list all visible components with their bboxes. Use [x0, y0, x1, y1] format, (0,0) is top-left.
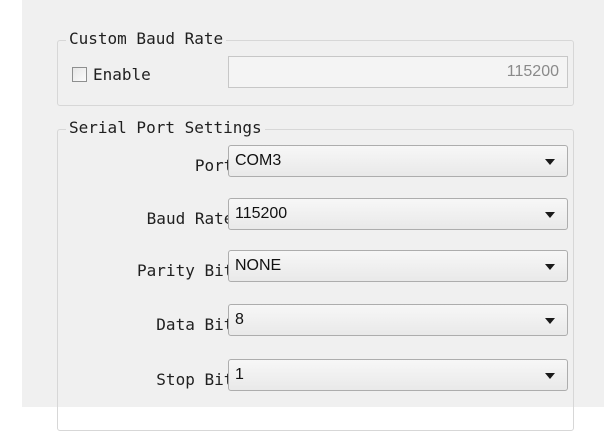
checkbox-unchecked-icon[interactable] — [72, 66, 87, 82]
parity-bit-select[interactable]: NONE — [228, 250, 568, 282]
stop-bit-select[interactable]: 1 — [228, 359, 568, 391]
port-value: COM3 — [235, 152, 282, 169]
chevron-down-icon — [545, 318, 555, 324]
serial-port-settings-group: Serial Port Settings Port: COM3 Baud Rat… — [57, 117, 574, 431]
port-select[interactable]: COM3 — [228, 145, 568, 177]
parity-bit-label: Parity Bit: — [137, 261, 243, 280]
stop-bit-value: 1 — [235, 366, 244, 383]
baud-rate-select[interactable]: 115200 — [228, 198, 568, 230]
baud-rate-value: 115200 — [235, 205, 288, 222]
stop-bit-label: Stop Bit: — [156, 370, 243, 389]
enable-label: Enable — [93, 64, 151, 84]
custom-baud-rate-field[interactable]: 115200 — [228, 56, 568, 88]
chevron-down-icon — [545, 373, 555, 379]
chevron-down-icon — [545, 159, 555, 165]
chevron-down-icon — [545, 212, 555, 218]
custom-baud-rate-group: Custom Baud Rate Enable 115200 — [57, 28, 574, 106]
data-bit-value: 8 — [235, 311, 244, 328]
data-bit-label: Data Bit: — [156, 315, 243, 334]
serial-port-settings-title: Serial Port Settings — [66, 117, 265, 139]
settings-panel: Custom Baud Rate Enable 115200 Serial Po… — [22, 0, 604, 431]
parity-bit-value: NONE — [235, 257, 282, 274]
port-label: Port: — [194, 156, 243, 175]
enable-checkbox[interactable]: Enable — [72, 63, 151, 85]
data-bit-select[interactable]: 8 — [228, 304, 568, 336]
baud-rate-label: Baud Rate: — [146, 209, 243, 228]
custom-baud-rate-title: Custom Baud Rate — [66, 28, 227, 50]
chevron-down-icon — [545, 264, 555, 270]
